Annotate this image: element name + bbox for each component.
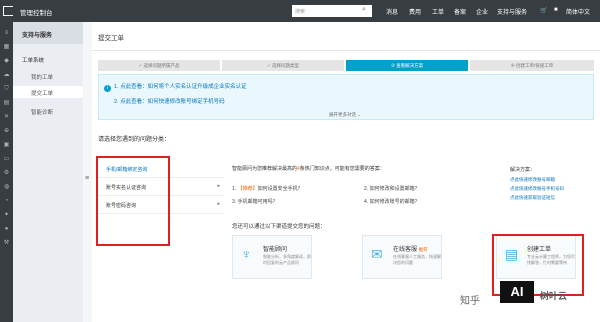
sidebar-item-submit-ticket[interactable]: 提交工单 [13,86,83,98]
icon-rail: ≡ ▦ ◆ ☁ ⛉ ▤ ✕ ⊕ ▣ ▭ ⚙ ◍ ◔ ✦ ● ⚒ [0,22,13,322]
solution-link-2[interactable]: 点此快速修改账号手机号码 [510,186,564,192]
nav-billing[interactable]: 费用 [409,7,421,16]
chevron-right-icon: ▸ [217,201,220,207]
solution-link-1[interactable]: 点此快速修改账号邮箱 [510,177,555,183]
storage-icon[interactable]: ▣ [2,142,11,149]
star-icon[interactable]: ✦ [2,212,11,219]
chart-icon[interactable]: ◔ [2,198,11,205]
card-smart-advisor[interactable]: ♆ 智能顾问 智能分析，多角度解读，即时回复的云产品顾问 [232,235,312,279]
collapse-sidebar-icon[interactable]: ≡ [85,175,91,182]
divider [92,50,600,51]
expand-more-link[interactable]: 展开更多对话 ⌄ [329,112,361,118]
watermark-site: 知乎 [460,296,480,307]
main-panel: 提交工单 ✓ 选择问题所属产品 ✓ 选择问题类型 ③ 查看解决方案 ④ 创建工单… [92,22,600,322]
faq-item-4[interactable]: 4. 如何修改账号的邮箱？ [364,198,420,205]
chevron-down-icon: ⌄ [357,112,362,117]
sidebar-group-tickets[interactable]: 工单系统 [22,56,44,64]
page-title: 提交工单 [98,35,124,42]
step-3: ③ 查看解决方案 [346,60,468,71]
monitor-icon[interactable]: ▭ [2,156,11,163]
sidebar: 支持与服务 工单系统 我的工单 提交工单 智能诊断 [13,22,83,322]
nav-support[interactable]: 支持与服务 [497,7,527,16]
shield-icon[interactable]: ⛉ [2,86,11,93]
category-prompt: 请选择您遇到的问题分类： [98,137,171,143]
settings-icon[interactable]: ⚙ [2,170,11,177]
sidebar-item-my-tickets[interactable]: 我的工单 [31,73,53,81]
search-icon[interactable]: ⌕ [362,6,370,16]
menu-icon[interactable]: ≡ [2,30,11,37]
card-online-service[interactable]: ✉ 在线客服 推荐 在线客服人工服务，快速解决您的问题 [362,235,442,279]
notice-box: i 1. 点此查看：如何将个人实名认证升级成企业实名认证 2. 点此查看：如何快… [98,74,594,120]
card-title: 在线客服 推荐 [393,247,428,253]
solution-link-3[interactable]: 点此快速获取验证短信 [510,195,555,201]
highlight-box-categories [96,156,170,246]
nav-enterprise[interactable]: 企业 [476,7,488,16]
faq-item-2[interactable]: 2. 如何修改和设置邮箱？ [364,185,420,192]
watermark-name: 树叶云 [540,291,568,301]
step-4: ④ 创建工单/快速工单 [470,60,594,71]
sidebar-item-diagnosis[interactable]: 智能诊断 [31,108,53,116]
faq-item-3[interactable]: 3. 手机邮箱可用吗？ [232,198,278,205]
card-desc: 在线客服人工服务，快速解决您的问题 [393,254,441,265]
search-input[interactable]: 搜索 [292,5,372,17]
user-icon[interactable]: ● [2,226,11,233]
recommend-hint: 智能顾问为您推荐解决最高的4条热门知识点，可能有您需要的答案： [232,166,385,172]
grid-icon[interactable]: ▦ [2,44,11,51]
watermark-logo: AI [500,281,534,303]
close-icon[interactable]: ✕ [2,114,11,121]
step-bar: ✓ 选择问题所属产品 ✓ 选择问题类型 ③ 查看解决方案 ④ 创建工单/快速工单 [98,60,594,71]
cloud-icon[interactable]: ☁ [2,72,11,79]
chat-icon: ✉ [371,246,383,262]
solution-title: 解决方案： [510,167,536,173]
nav-tickets[interactable]: 工单 [432,7,444,16]
sidebar-title: 支持与服务 [13,22,83,44]
cart-icon[interactable]: 🛒 [540,7,547,14]
console-logo-icon[interactable] [3,6,13,16]
advisor-icon: ♆ [241,246,252,262]
database-icon[interactable]: ▤ [2,100,11,107]
nav-record[interactable]: 备案 [454,7,466,16]
top-bar: 管理控制台 搜索 ⌕ 消息 费用 工单 备案 企业 支持与服务 🛒 ■ 简体中文 [0,0,600,22]
info-icon: i [104,85,111,92]
notice-link-2[interactable]: 2. 点此查看：如何快速修改账号绑定手机号码 [114,97,225,105]
step-1: ✓ 选择问题所属产品 [98,60,220,71]
chevron-right-icon: ▸ [217,183,220,189]
step-2: ✓ 选择问题类型 [222,60,344,71]
notice-link-1[interactable]: 1. 点此查看：如何将个人实名认证升级成企业实名认证 [114,82,247,90]
card-desc: 智能分析，多角度解读，即时回复的云产品顾问 [263,254,311,265]
channel-prompt: 您还可以通过以下渠道提交您的问题： [232,224,326,230]
recommend-badge: 推荐 [418,247,428,252]
network-icon[interactable]: ⊕ [2,128,11,135]
faq-item-1[interactable]: 1. 【推荐】如何设置安全手机？ [232,185,303,192]
globe-icon[interactable]: ◍ [2,184,11,191]
layers-icon[interactable]: ◆ [2,58,11,65]
nav-messages[interactable]: 消息 [386,7,398,16]
tools-icon[interactable]: ⚒ [2,240,11,247]
card-title: 智能顾问 [263,247,288,253]
language-switch[interactable]: 简体中文 [566,7,590,16]
user-avatar[interactable]: ■ [554,7,558,13]
console-title[interactable]: 管理控制台 [20,7,53,17]
